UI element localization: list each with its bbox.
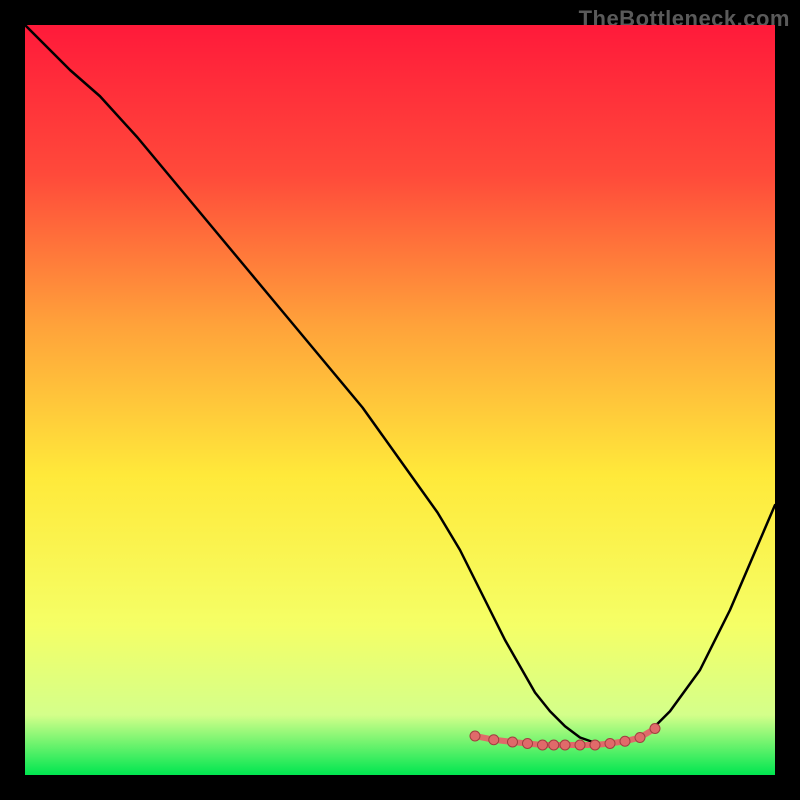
highlight-dot xyxy=(620,736,630,746)
highlight-dot xyxy=(605,739,615,749)
highlight-dot xyxy=(650,724,660,734)
highlight-dot xyxy=(508,737,518,747)
highlight-dot xyxy=(635,733,645,743)
bottleneck-plot xyxy=(25,25,775,775)
chart-svg xyxy=(25,25,775,775)
highlight-dot xyxy=(549,740,559,750)
highlight-dot xyxy=(538,740,548,750)
highlight-dot xyxy=(470,731,480,741)
highlight-dot xyxy=(560,740,570,750)
chart-container: TheBottleneck.com xyxy=(0,0,800,800)
highlight-dot xyxy=(575,740,585,750)
highlight-dot xyxy=(590,740,600,750)
highlight-dot xyxy=(489,735,499,745)
highlight-dot xyxy=(523,739,533,749)
